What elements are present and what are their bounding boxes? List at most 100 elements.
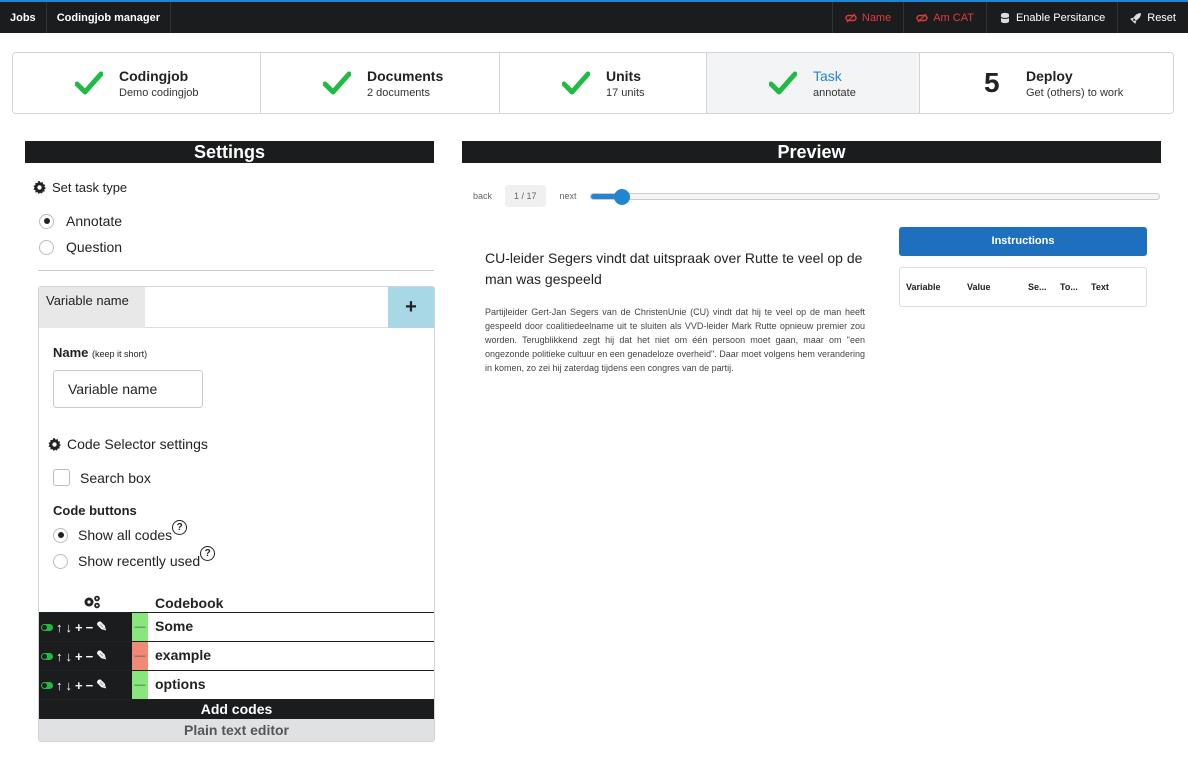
help-icon[interactable]: ? — [172, 519, 188, 535]
step-units[interactable]: Units 17 units — [500, 53, 707, 113]
search-box-option[interactable]: Search box — [53, 469, 151, 486]
rocket-icon — [1130, 12, 1142, 24]
step-progress: Codingjob Demo codingjob Documents 2 doc… — [12, 52, 1174, 114]
show-recently-used-option[interactable]: Show recently used ? — [53, 545, 216, 569]
remove-icon[interactable]: − — [86, 649, 94, 664]
column-header: To... — [1060, 282, 1078, 292]
move-down-icon[interactable]: ↓ — [66, 620, 73, 635]
name-button[interactable]: Name — [831, 2, 903, 33]
step-documents[interactable]: Documents 2 documents — [261, 53, 500, 113]
move-up-icon[interactable]: ↑ — [56, 678, 63, 693]
slider-handle[interactable] — [614, 189, 630, 205]
add-child-icon[interactable]: + — [75, 620, 83, 635]
check-icon — [75, 71, 103, 95]
radio-button[interactable] — [53, 553, 68, 569]
name-hint: (keep it short) — [92, 349, 148, 359]
unit-pager: back 1 / 17 next — [473, 185, 577, 207]
gear-icon — [48, 437, 61, 451]
step-title: Deploy — [1026, 67, 1073, 84]
amcat-button[interactable]: Am CAT — [903, 2, 986, 33]
gears-icon — [84, 595, 100, 609]
variable-editor: Variable name + Name (keep it short) Var… — [38, 286, 435, 742]
help-icon[interactable]: ? — [200, 545, 216, 561]
reset-button[interactable]: Reset — [1117, 2, 1188, 33]
check-icon — [323, 71, 351, 95]
no-user-icon — [845, 13, 857, 22]
variable-tab[interactable]: Variable name — [39, 287, 145, 328]
preview-header: Preview — [462, 141, 1161, 163]
unit-counter: 1 / 17 — [505, 185, 546, 207]
code-color-swatch[interactable]: — — [132, 671, 148, 699]
radio-label: Question — [66, 239, 123, 255]
step-number: 5 — [984, 67, 1000, 98]
gear-icon — [33, 181, 46, 194]
search-box-checkbox[interactable] — [53, 469, 70, 486]
add-child-icon[interactable]: + — [75, 649, 83, 664]
step-title: Codingjob — [119, 67, 189, 84]
next-button[interactable]: next — [560, 191, 577, 201]
step-description: Demo codingjob — [119, 86, 199, 99]
column-header: Se... — [1028, 282, 1047, 292]
edit-icon[interactable]: ✎ — [96, 648, 107, 664]
step-description: 2 documents — [367, 86, 430, 99]
step-description: 17 units — [606, 86, 645, 99]
move-down-icon[interactable]: ↓ — [66, 678, 73, 693]
toggle-icon[interactable] — [41, 652, 53, 660]
check-icon — [769, 71, 797, 95]
code-selector-settings: Code Selector settings — [48, 436, 208, 452]
code-color-swatch[interactable]: — — [132, 613, 148, 641]
step-title: Units — [606, 67, 641, 84]
radio-button[interactable] — [39, 239, 54, 255]
remove-icon[interactable]: − — [86, 678, 94, 693]
article-body: Partijleider Gert-Jan Segers van de Chri… — [485, 307, 865, 373]
code-color-swatch[interactable]: — — [132, 642, 148, 670]
annotation-table: Variable Value Se... To... Text — [899, 267, 1147, 307]
code-tools: ↑ ↓ + − ✎ — [39, 613, 132, 641]
nav-codingjob-manager[interactable]: Codingjob manager — [47, 2, 171, 33]
plain-text-editor-button[interactable]: Plain text editor — [39, 719, 434, 741]
step-task[interactable]: Task annotate — [707, 53, 920, 113]
instructions-button[interactable]: Instructions — [899, 227, 1147, 256]
unit-slider[interactable] — [590, 189, 1160, 205]
name-label-text: Name — [53, 345, 89, 360]
divider — [38, 270, 434, 271]
nav-jobs[interactable]: Jobs — [0, 2, 47, 33]
edit-icon[interactable]: ✎ — [96, 619, 107, 635]
radio-button[interactable] — [53, 527, 68, 543]
radio-label: Show all codes — [78, 527, 173, 543]
toggle-icon[interactable] — [41, 681, 53, 689]
move-down-icon[interactable]: ↓ — [66, 649, 73, 664]
move-up-icon[interactable]: ↑ — [56, 620, 63, 635]
code-row: ↑ ↓ + − ✎ — Some — [39, 613, 434, 642]
radio-question[interactable]: Question — [39, 239, 122, 255]
code-label: Some — [155, 618, 194, 634]
add-variable-button[interactable]: + — [388, 287, 434, 328]
radio-annotate[interactable]: Annotate — [39, 213, 122, 229]
step-deploy[interactable]: 5 Deploy Get (others) to work — [920, 53, 1173, 113]
enable-persistance-button[interactable]: Enable Persitance — [985, 2, 1117, 33]
code-selector-label: Code Selector settings — [67, 436, 208, 452]
step-description: annotate — [813, 86, 856, 99]
back-button[interactable]: back — [473, 191, 492, 201]
toggle-icon[interactable] — [41, 623, 53, 631]
code-buttons-heading: Code buttons — [53, 503, 137, 518]
code-row: ↑ ↓ + − ✎ — example — [39, 642, 434, 671]
step-codingjob[interactable]: Codingjob Demo codingjob — [13, 53, 261, 113]
amcat-button-label: Am CAT — [933, 11, 974, 24]
set-task-type: Set task type — [33, 180, 127, 195]
column-header: Value — [967, 282, 991, 292]
variable-tab-area — [145, 287, 388, 328]
database-icon — [1000, 12, 1010, 23]
edit-icon[interactable]: ✎ — [96, 677, 107, 693]
remove-icon[interactable]: − — [86, 620, 94, 635]
add-child-icon[interactable]: + — [75, 678, 83, 693]
add-codes-button[interactable]: Add codes — [39, 700, 434, 719]
settings-header: Settings — [25, 141, 434, 163]
radio-button[interactable] — [39, 213, 54, 229]
show-all-codes-option[interactable]: Show all codes ? — [53, 519, 188, 543]
variable-name-input[interactable]: Variable name — [53, 370, 203, 408]
move-up-icon[interactable]: ↑ — [56, 649, 63, 664]
name-label: Name (keep it short) — [53, 345, 147, 360]
reset-label: Reset — [1147, 11, 1176, 24]
name-button-label: Name — [861, 11, 892, 24]
